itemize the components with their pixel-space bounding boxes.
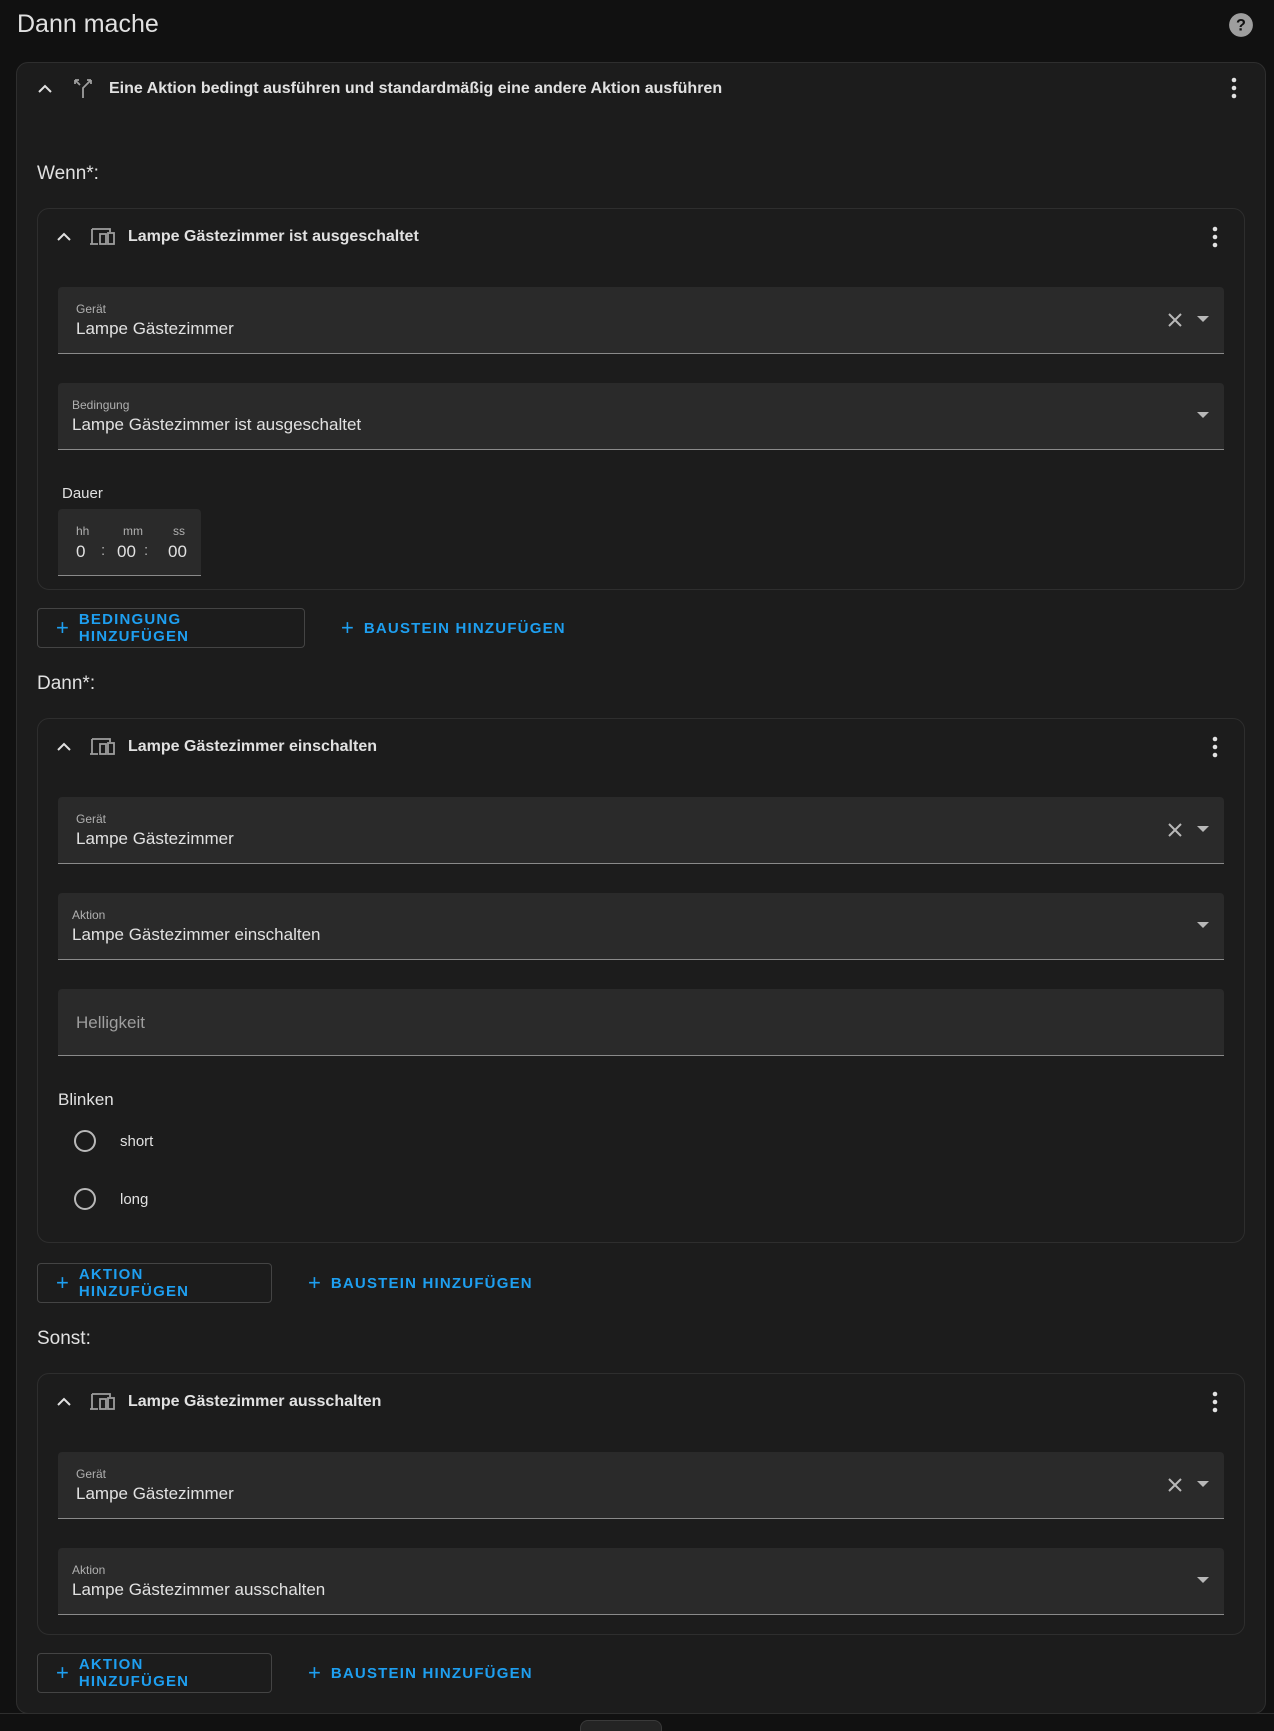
condition-card: Lampe Gästezimmer ist ausgeschaltet Gerä… [37,208,1245,590]
svg-text:?: ? [1236,16,1246,34]
add-block-label: BAUSTEIN HINZUFÜGEN [363,619,566,637]
plus-icon: + [56,1660,69,1685]
minutes-input[interactable]: 00 [117,542,136,562]
menu-down-icon[interactable] [1196,410,1210,420]
if-section-label: Wenn*: [37,163,99,184]
device-value: Lampe Gästezimmer [76,1484,234,1503]
then-section-label: Dann*: [37,673,96,694]
device-label: Gerät [76,1467,107,1481]
device-select[interactable]: Gerät Lampe Gästezimmer [58,287,1224,354]
condition-card-title: Lampe Gästezimmer ist ausgeschaltet [128,228,419,245]
menu-down-icon[interactable] [1196,314,1210,324]
action-label: Aktion [72,1563,106,1577]
devices-icon [90,228,115,245]
flash-label: Blinken [58,1090,114,1109]
devices-icon [90,738,115,755]
plus-icon: + [56,615,69,640]
condition-select[interactable]: Bedingung Lampe Gästezimmer ist ausgesch… [58,383,1224,450]
menu-down-icon[interactable] [1196,920,1210,930]
chevron-up-icon[interactable] [52,225,76,249]
else-action-card: Lampe Gästezimmer ausschalten Gerät Lamp… [37,1373,1245,1635]
condition-value: Lampe Gästezimmer ist ausgeschaltet [72,415,362,434]
flash-short-label: short [120,1133,154,1150]
seconds-label: ss [173,524,185,538]
add-block-button[interactable]: + BAUSTEIN HINZUFÜGEN [290,1263,551,1303]
action-select[interactable]: Aktion Lampe Gästezimmer ausschalten [58,1548,1224,1615]
close-icon[interactable] [1166,1476,1184,1494]
duration-input[interactable]: hh mm ss 0 : 00 : 00 [58,509,201,576]
action-select[interactable]: Aktion Lampe Gästezimmer einschalten [58,893,1224,960]
device-select[interactable]: Gerät Lampe Gästezimmer [58,797,1224,864]
plus-icon: + [308,1660,321,1685]
add-block-label: BAUSTEIN HINZUFÜGEN [330,1664,533,1682]
add-condition-button[interactable]: + BEDINGUNG HINZUFÜGEN [37,608,305,648]
else-action-card-title: Lampe Gästezimmer ausschalten [128,1393,382,1410]
add-action-label: AKTION HINZUFÜGEN [78,1266,190,1300]
chevron-up-icon[interactable] [52,735,76,759]
chevron-up-icon[interactable] [33,77,57,101]
else-section-label: Sonst: [37,1328,91,1349]
flash-long-label: long [120,1191,149,1208]
time-separator: : [101,542,106,559]
action-value: Lampe Gästezimmer einschalten [72,925,321,944]
page-title: Dann mache [17,10,159,38]
bottom-sheet-handle[interactable] [580,1720,662,1731]
add-condition-label: BEDINGUNG HINZUFÜGEN [78,611,190,645]
choose-action-title: Eine Aktion bedingt ausführen und standa… [109,80,723,97]
brightness-input[interactable]: Helligkeit [58,989,1224,1056]
hours-label: hh [76,524,90,538]
add-block-button[interactable]: + BAUSTEIN HINZUFÜGEN [323,608,584,648]
plus-icon: + [341,615,354,640]
else-action-card-header[interactable]: Lampe Gästezimmer ausschalten [52,1390,381,1414]
chevron-up-icon[interactable] [52,1390,76,1414]
condition-label: Bedingung [72,398,130,412]
action-label: Aktion [72,908,106,922]
dots-vertical-icon[interactable] [1212,736,1218,758]
choose-action-header[interactable]: Eine Aktion bedingt ausführen und standa… [33,77,722,101]
close-icon[interactable] [1166,821,1184,839]
choose-action-card: Eine Aktion bedingt ausführen und standa… [16,62,1266,1714]
flash-short-radio[interactable] [74,1130,96,1152]
condition-card-header[interactable]: Lampe Gästezimmer ist ausgeschaltet [52,225,419,249]
brightness-placeholder: Helligkeit [76,1013,145,1032]
device-label: Gerät [76,302,107,316]
device-select[interactable]: Gerät Lampe Gästezimmer [58,1452,1224,1519]
device-label: Gerät [76,812,107,826]
add-block-button[interactable]: + BAUSTEIN HINZUFÜGEN [290,1653,551,1693]
add-action-label: AKTION HINZUFÜGEN [78,1656,190,1690]
time-separator: : [144,542,149,559]
duration-label: Dauer [62,485,103,502]
plus-icon: + [308,1270,321,1295]
action-value: Lampe Gästezimmer ausschalten [72,1580,326,1599]
menu-down-icon[interactable] [1196,1479,1210,1489]
device-value: Lampe Gästezimmer [76,829,234,848]
menu-down-icon[interactable] [1196,824,1210,834]
close-icon[interactable] [1166,311,1184,329]
devices-icon [90,1393,115,1410]
flash-long-radio[interactable] [74,1188,96,1210]
minutes-label: mm [123,524,143,538]
dots-vertical-icon[interactable] [1212,226,1218,248]
plus-icon: + [56,1270,69,1295]
add-block-label: BAUSTEIN HINZUFÜGEN [330,1274,533,1292]
hours-input[interactable]: 0 [76,542,85,562]
call-split-icon [74,79,92,98]
then-action-card: Lampe Gästezimmer einschalten Gerät Lamp… [37,718,1245,1243]
add-action-button[interactable]: + AKTION HINZUFÜGEN [37,1263,272,1303]
help-circle-icon[interactable]: ? [1228,12,1254,38]
device-value: Lampe Gästezimmer [76,319,234,338]
add-action-button[interactable]: + AKTION HINZUFÜGEN [37,1653,272,1693]
then-action-card-title: Lampe Gästezimmer einschalten [128,738,377,755]
seconds-input[interactable]: 00 [168,542,187,562]
dots-vertical-icon[interactable] [1231,77,1237,99]
dots-vertical-icon[interactable] [1212,1391,1218,1413]
then-action-card-header[interactable]: Lampe Gästezimmer einschalten [52,735,377,759]
menu-down-icon[interactable] [1196,1575,1210,1585]
